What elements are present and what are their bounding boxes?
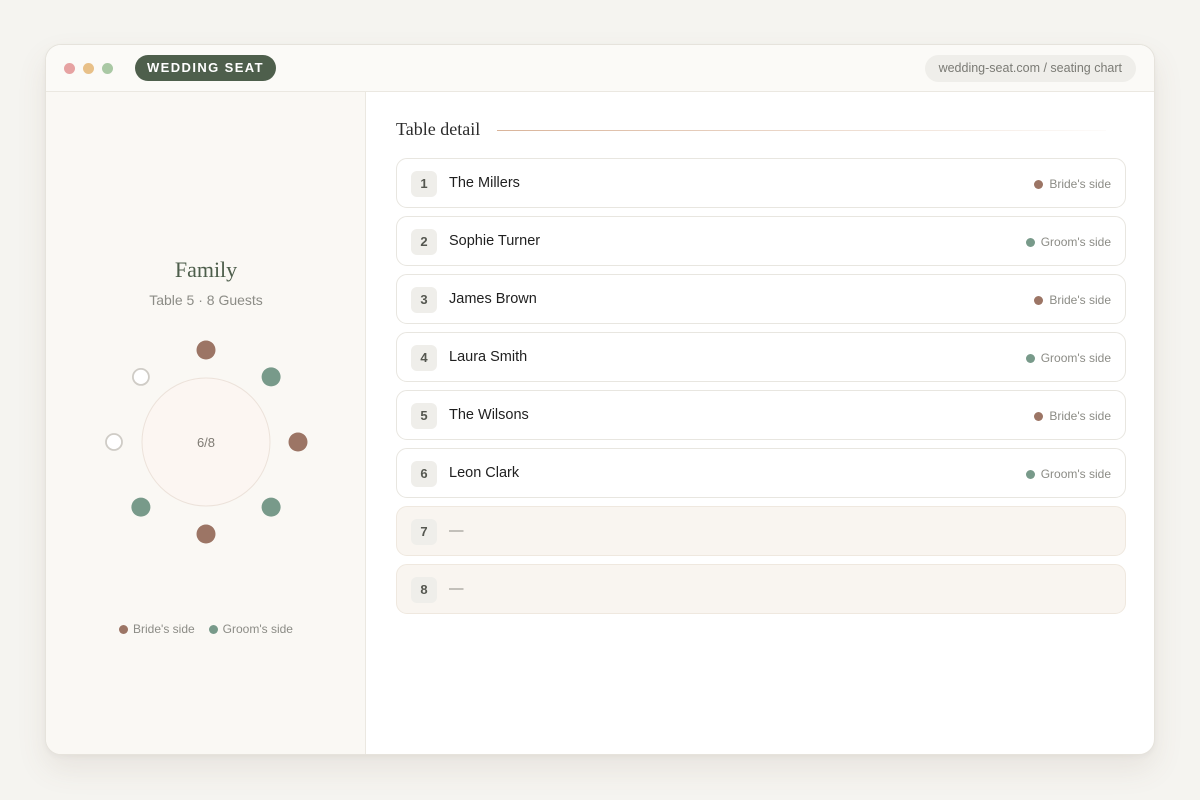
- seat-number: 8: [411, 577, 437, 603]
- side-dot-icon: [1025, 354, 1035, 363]
- legend-label: Groom's side: [222, 622, 293, 636]
- minimize-window-dot[interactable]: [83, 63, 94, 74]
- side-tag: Bride's side: [1034, 177, 1111, 191]
- seat-number: 4: [411, 345, 437, 371]
- close-window-dot[interactable]: [64, 63, 75, 74]
- seat-row[interactable]: 6 Leon Clark Groom's side: [396, 448, 1126, 498]
- legend-item-groom: Groom's side: [208, 622, 293, 636]
- brand-badge: WEDDING SEAT: [135, 55, 276, 81]
- legend-item-bride: Bride's side: [119, 622, 195, 636]
- side-label: Bride's side: [1049, 409, 1111, 423]
- side-dot-icon: [1034, 180, 1044, 189]
- section-title: Table detail: [396, 119, 481, 139]
- table-sidebar: Family Table 5 · 8 Guests 6/8 Bride's si…: [46, 92, 366, 754]
- seat-list: 1 The Millers Bride's side 2 Sophie Turner Gr…: [396, 158, 1126, 622]
- seat-number: 2: [411, 229, 437, 255]
- seat-row[interactable]: 7—: [396, 506, 1126, 556]
- seat-marker-groom[interactable]: [131, 497, 151, 517]
- side-dot-icon: [1034, 296, 1044, 305]
- side-dot-icon: [1025, 470, 1035, 479]
- guest-name: The Wilsons: [449, 407, 529, 423]
- legend-dot-icon: [119, 625, 129, 634]
- seat-row[interactable]: 1 The Millers Bride's side: [396, 158, 1126, 208]
- guest-name: The Millers: [449, 175, 520, 191]
- guest-name: —: [449, 581, 464, 597]
- seat-row[interactable]: 4 Laura Smith Groom's side: [396, 332, 1126, 382]
- seat-number: 7: [411, 519, 437, 545]
- side-legend: Bride's side Groom's side: [46, 622, 366, 636]
- side-tag: Groom's side: [1025, 235, 1111, 249]
- table-detail-panel: Table detail 1 The Millers Bride's side 2 So…: [366, 92, 1154, 754]
- empty-seat-marker[interactable]: [105, 433, 123, 451]
- seat-marker-bride[interactable]: [196, 340, 216, 360]
- side-label: Bride's side: [1049, 177, 1111, 191]
- title-bar: WEDDING SEAT wedding-seat.com / seating …: [46, 45, 1154, 92]
- side-label: Bride's side: [1049, 293, 1111, 307]
- side-label: Groom's side: [1040, 351, 1111, 365]
- empty-seat-marker[interactable]: [132, 367, 150, 386]
- seat-marker-bride[interactable]: [288, 432, 308, 452]
- side-label: Groom's side: [1040, 235, 1111, 249]
- side-dot-icon: [1025, 238, 1035, 247]
- maximize-window-dot[interactable]: [102, 63, 113, 74]
- seat-number: 3: [411, 287, 437, 313]
- legend-dot-icon: [208, 625, 218, 634]
- seat-marker-groom[interactable]: [261, 367, 281, 387]
- seat-marker-bride[interactable]: [196, 524, 216, 544]
- seat-row[interactable]: 3 James Brown Bride's side: [396, 274, 1126, 324]
- side-tag: Groom's side: [1025, 467, 1111, 481]
- legend-label: Bride's side: [133, 622, 195, 636]
- seat-row[interactable]: 5 The Wilsons Bride's side: [396, 390, 1126, 440]
- url-pill: wedding-seat.com / seating chart: [924, 55, 1136, 82]
- app-window: WEDDING SEAT wedding-seat.com / seating …: [45, 44, 1155, 755]
- side-tag: Bride's side: [1034, 409, 1111, 423]
- guest-name: James Brown: [449, 291, 537, 307]
- guest-name: —: [449, 523, 464, 539]
- occupancy-count: 6/8: [197, 435, 215, 450]
- guest-name: Sophie Turner: [449, 233, 541, 249]
- seat-number: 1: [411, 171, 437, 197]
- side-label: Groom's side: [1040, 467, 1111, 481]
- section-divider: [497, 130, 1106, 131]
- seat-row[interactable]: 8—: [396, 564, 1126, 614]
- side-dot-icon: [1034, 412, 1044, 421]
- guest-name: Leon Clark: [449, 465, 520, 481]
- side-tag: Groom's side: [1025, 351, 1111, 365]
- seat-marker-groom[interactable]: [261, 497, 281, 517]
- seat-number: 6: [411, 461, 437, 487]
- side-tag: Bride's side: [1034, 293, 1111, 307]
- seating-diagram: 6/8: [105, 340, 308, 544]
- seat-number: 5: [411, 403, 437, 429]
- seat-row[interactable]: 2 Sophie Turner Groom's side: [396, 216, 1126, 266]
- guest-name: Laura Smith: [449, 349, 528, 365]
